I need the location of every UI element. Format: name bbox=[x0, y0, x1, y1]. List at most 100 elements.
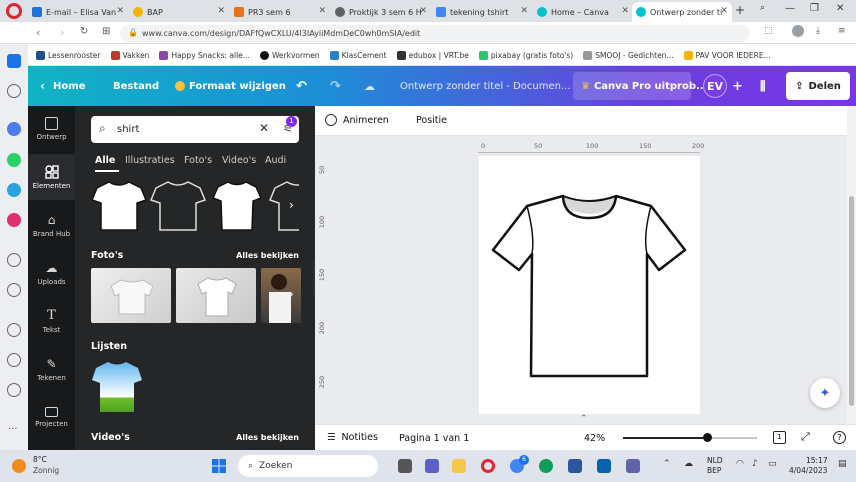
cloud-sync-icon[interactable]: ☁ bbox=[684, 459, 693, 469]
list-thumbnail[interactable] bbox=[91, 358, 143, 414]
page-indicator[interactable]: Pagina 1 van 1 bbox=[399, 433, 469, 444]
address-bar[interactable]: 🔒 www.canva.com/design/DAFfQwCXLU/4l3IAy… bbox=[120, 25, 750, 42]
redo-icon[interactable]: ↷ bbox=[330, 66, 341, 106]
shirt-illustration[interactable] bbox=[209, 180, 265, 232]
cloud-icon[interactable]: ☁ bbox=[364, 66, 375, 106]
more-icon[interactable]: ··· bbox=[8, 424, 18, 435]
zoom-slider[interactable] bbox=[623, 433, 757, 442]
shirt-illustration[interactable] bbox=[91, 180, 147, 232]
tab-photos[interactable]: Foto's bbox=[184, 155, 212, 166]
instagram-icon[interactable] bbox=[7, 213, 21, 227]
rail-item-elements[interactable]: Elementen bbox=[28, 154, 75, 200]
close-icon[interactable]: ✕ bbox=[318, 6, 326, 16]
bookmark[interactable]: pixabay (gratis foto's) bbox=[478, 51, 573, 60]
design-page[interactable] bbox=[479, 156, 700, 414]
menu-icon[interactable]: ≡ bbox=[838, 26, 846, 36]
tab-videos[interactable]: Video's bbox=[222, 155, 256, 166]
rail-item-brand-hub[interactable]: ⌂ Brand Hub bbox=[28, 202, 75, 248]
design-title[interactable]: Ontwerp zonder titel - Documen... bbox=[400, 66, 571, 106]
language-primary[interactable]: NLD bbox=[707, 456, 723, 465]
teams-chat-icon[interactable] bbox=[425, 459, 439, 473]
language-secondary[interactable]: BEP bbox=[707, 466, 721, 475]
bookmark[interactable]: Lessenrooster bbox=[36, 51, 101, 60]
bookmark[interactable]: edubox | VRT.be bbox=[396, 51, 469, 60]
home-button[interactable]: ‹ Home bbox=[40, 66, 85, 106]
bookmark[interactable]: KlasCement bbox=[329, 51, 387, 60]
outlook-icon[interactable] bbox=[597, 459, 611, 473]
share-button[interactable]: ⇪ Delen bbox=[786, 72, 850, 100]
opera-icon[interactable] bbox=[481, 459, 495, 473]
close-icon[interactable]: ✕ bbox=[419, 6, 427, 16]
star-icon[interactable] bbox=[7, 84, 21, 98]
maximize-icon[interactable]: ❐ bbox=[810, 3, 819, 14]
bookmark[interactable]: SMOOJ - Gedichten... bbox=[583, 51, 674, 60]
task-view-icon[interactable] bbox=[398, 459, 412, 473]
file-explorer-icon[interactable] bbox=[452, 459, 466, 473]
forward-icon[interactable]: › bbox=[60, 26, 64, 39]
battery-icon[interactable]: ▭ bbox=[768, 459, 777, 469]
tshirt-drawing[interactable] bbox=[479, 156, 700, 414]
browser-tab-active[interactable]: Ontwerp zonder ti ✕ bbox=[632, 2, 732, 22]
back-icon[interactable]: ‹ bbox=[36, 26, 40, 39]
browser-tab[interactable]: BAP ✕ bbox=[129, 2, 229, 22]
scrollbar-thumb[interactable] bbox=[849, 196, 854, 406]
page-count-button[interactable]: 1 bbox=[773, 431, 786, 444]
insights-icon[interactable]: ⫼ bbox=[760, 66, 766, 106]
see-all-videos-link[interactable]: Alles bekijken bbox=[236, 433, 299, 442]
see-all-photos-link[interactable]: Alles bekijken bbox=[236, 251, 299, 260]
new-tab-icon[interactable]: + bbox=[735, 3, 745, 17]
browser-tab[interactable]: tekening tshirt ✕ bbox=[432, 2, 532, 22]
add-collaborator-icon[interactable]: + bbox=[732, 66, 743, 106]
rail-item-projects[interactable]: Projecten bbox=[28, 394, 75, 440]
browser-tab[interactable]: Proktijk 3 sem 6 H ✕ bbox=[331, 2, 431, 22]
magic-assistant-button[interactable]: ✦ bbox=[810, 378, 840, 408]
close-icon[interactable]: ✕ bbox=[116, 6, 124, 16]
photo-thumbnail[interactable] bbox=[261, 268, 301, 323]
send-icon[interactable] bbox=[7, 283, 21, 297]
tab-all[interactable]: Alle bbox=[95, 155, 115, 166]
telegram-icon[interactable] bbox=[7, 183, 21, 197]
chevron-right-icon[interactable]: › bbox=[289, 198, 294, 212]
profile-icon[interactable] bbox=[792, 25, 804, 37]
shirt-outline-illustration[interactable] bbox=[269, 180, 299, 232]
player-icon[interactable] bbox=[7, 253, 21, 267]
rail-item-uploads[interactable]: ☁ Uploads bbox=[28, 250, 75, 296]
settings-icon[interactable] bbox=[7, 383, 21, 397]
chevron-right-icon[interactable]: › bbox=[289, 287, 294, 301]
browser-tab[interactable]: Home – Canva ✕ bbox=[533, 2, 633, 22]
zoom-slider-thumb[interactable] bbox=[703, 433, 712, 442]
bookmark[interactable]: Werkvormen bbox=[259, 51, 320, 60]
messenger-icon[interactable] bbox=[7, 122, 21, 136]
show-pages-icon[interactable]: ⌃ bbox=[580, 414, 588, 424]
bookmark[interactable]: Happy Snacks: alle... bbox=[159, 51, 250, 60]
rail-item-text[interactable]: T Tekst bbox=[28, 298, 75, 344]
history-icon[interactable] bbox=[7, 353, 21, 367]
notifications-icon[interactable]: ▤ bbox=[838, 459, 847, 469]
clock-time[interactable]: 15:17 bbox=[806, 456, 828, 465]
rail-item-draw[interactable]: ✎ Tekenen bbox=[28, 346, 75, 392]
bookmark[interactable]: Vakken bbox=[110, 51, 149, 60]
home-icon[interactable] bbox=[7, 54, 21, 68]
scrollbar[interactable] bbox=[847, 106, 856, 424]
photo-thumbnail[interactable] bbox=[176, 268, 256, 323]
bookmark[interactable]: PAV VOOR IEDERE... bbox=[683, 51, 771, 60]
tab-illustrations[interactable]: Illustraties bbox=[125, 155, 175, 166]
clock-date[interactable]: 4/04/2023 bbox=[789, 466, 827, 475]
wifi-icon[interactable]: ◠ bbox=[736, 459, 744, 469]
teams-icon[interactable] bbox=[626, 459, 640, 473]
reload-icon[interactable]: ↻ bbox=[80, 26, 88, 37]
close-icon[interactable]: ✕ bbox=[621, 6, 629, 16]
search-input[interactable]: ⌕ shirt ✕ ⚟ 1 bbox=[91, 116, 299, 143]
fullscreen-icon[interactable]: ⤢ bbox=[801, 430, 810, 444]
rail-item-design[interactable]: Ontwerp bbox=[28, 106, 75, 152]
volume-icon[interactable]: ♪ bbox=[752, 459, 758, 469]
photo-thumbnail[interactable] bbox=[91, 268, 171, 323]
weather-icon[interactable] bbox=[12, 459, 26, 473]
close-icon[interactable]: ✕ bbox=[520, 6, 528, 16]
help-icon[interactable]: ? bbox=[833, 431, 846, 444]
position-button[interactable]: Positie bbox=[416, 115, 447, 126]
windows-start-icon[interactable] bbox=[212, 459, 226, 473]
close-icon[interactable]: ✕ bbox=[217, 6, 225, 16]
resize-button[interactable]: Formaat wijzigen bbox=[175, 66, 286, 106]
undo-icon[interactable]: ↶ bbox=[296, 66, 307, 106]
